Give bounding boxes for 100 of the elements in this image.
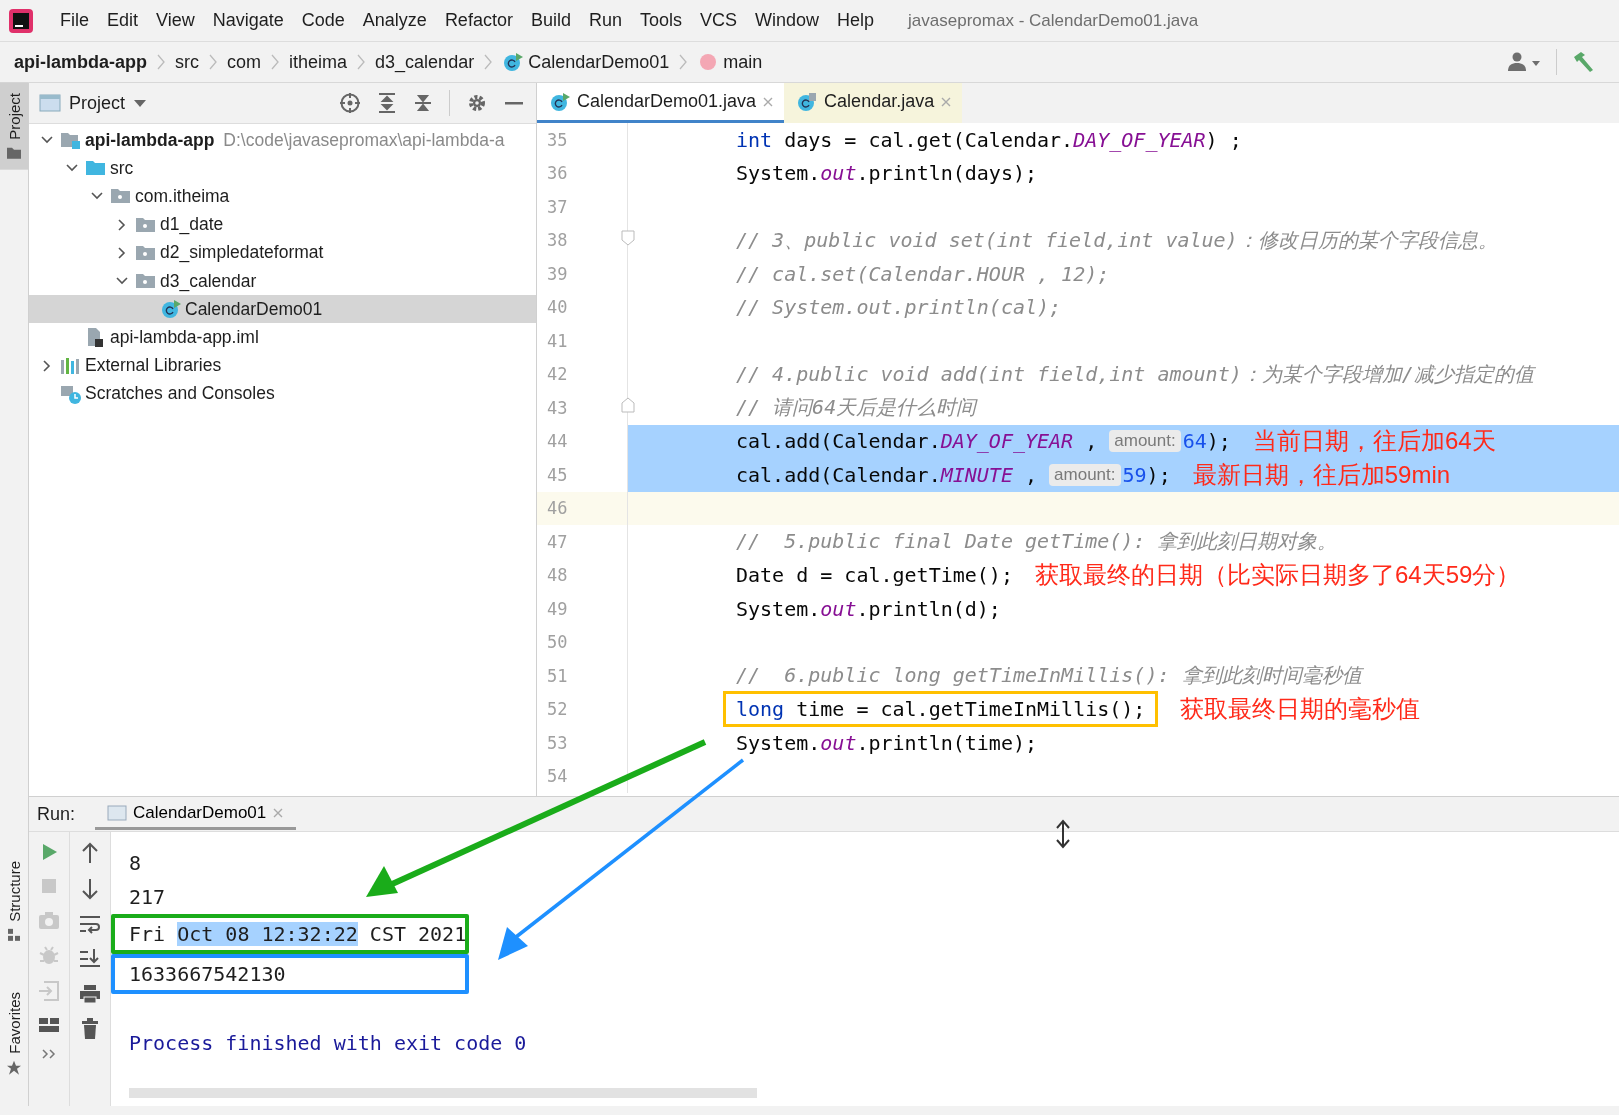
tree-item-label: Scratches and Consoles [85, 383, 275, 405]
print-icon[interactable] [79, 984, 101, 1004]
code-line: System.out.println(d); [736, 596, 1001, 621]
scroll-to-end-icon[interactable] [79, 948, 101, 970]
window-title: javasepromax - CalendarDemo01.java [908, 10, 1199, 31]
line-number: 43 [546, 397, 568, 418]
hammer-icon[interactable] [1571, 50, 1595, 74]
caret-icon[interactable] [133, 98, 148, 108]
tree-item-label: External Libraries [85, 355, 222, 377]
tree-item[interactable]: Scratches and Consoles [29, 379, 536, 408]
line-number: 41 [546, 330, 568, 351]
code-line: // 3、public void set(int field,int value)：修改日历的某个字段信息。 [736, 226, 1498, 254]
line-number: 39 [546, 263, 568, 284]
menu-item[interactable]: Edit [99, 10, 147, 31]
chevron-right-icon [271, 54, 280, 70]
breadcrumb[interactable]: CalendarDemo01 [502, 51, 670, 73]
console-line: 8 [128, 850, 143, 877]
breadcrumb[interactable]: main [697, 51, 763, 73]
breadcrumb[interactable]: d3_calendar [375, 51, 475, 73]
tree-item-label: d1_date [160, 214, 224, 236]
chevron-right-icon [357, 54, 366, 70]
menu-item[interactable]: Analyze [354, 10, 435, 31]
menu-item[interactable]: Navigate [204, 10, 292, 31]
annotation-note: 获取最终日期的毫秒值 [1180, 694, 1421, 725]
line-number: 37 [546, 196, 568, 217]
scrollbar[interactable] [129, 1088, 757, 1098]
code-line: System.out.println(days); [736, 161, 1038, 186]
collapse-all-icon[interactable] [413, 92, 433, 114]
tree-item[interactable]: api-lambda-app.iml [29, 323, 536, 352]
editor-tab[interactable]: Calendar.java [784, 83, 963, 123]
menu-item[interactable]: Window [747, 10, 828, 31]
line-number: 54 [546, 766, 568, 787]
code-line: int days = cal.get(Calendar.DAY_OF_YEAR) ; [736, 127, 1242, 152]
menu-item[interactable]: View [148, 10, 203, 31]
console-line: Process finished with exit code 0 [128, 1030, 528, 1057]
code-line: // 4.public void add(int field,int amount)：为某个字段增加/减少指定的值 [736, 360, 1534, 388]
menu-item[interactable]: Tools [631, 10, 690, 31]
line-number: 42 [546, 364, 568, 385]
code-line: // cal.set(Calendar.HOUR , 12); [736, 261, 1110, 286]
parameter-hint: amount: [1109, 430, 1181, 453]
console-line: 217 [128, 884, 167, 911]
expand-all-icon[interactable] [377, 92, 397, 114]
menu-item[interactable]: Help [829, 10, 883, 31]
layout-icon[interactable] [38, 1016, 60, 1034]
menu-item[interactable]: VCS [692, 10, 745, 31]
tree-item[interactable]: External Libraries [29, 351, 536, 380]
user-dropdown-icon[interactable] [1506, 51, 1542, 73]
tree-item[interactable]: src [29, 154, 536, 183]
line-number: 40 [546, 297, 568, 318]
chevron-right-icon [157, 54, 165, 70]
module-folder-icon [60, 130, 82, 151]
up-arrow-icon[interactable] [80, 842, 100, 864]
line-number: 49 [546, 598, 568, 619]
line-number: 53 [546, 732, 568, 753]
settings-icon[interactable] [466, 92, 488, 114]
tree-item[interactable]: d1_date [29, 210, 536, 239]
chevron-right-icon [209, 54, 217, 70]
tool-window-tab[interactable]: Structure [0, 851, 28, 953]
menu-item[interactable]: File [52, 10, 97, 31]
breadcrumb[interactable]: api-lambda-app [14, 51, 147, 73]
code-line: cal.add(Calendar.DAY_OF_YEAR , amount: 64); [736, 429, 1231, 454]
run-tab[interactable]: CalendarDemo01 [95, 798, 297, 830]
editor-tab[interactable]: CalendarDemo01.java [537, 83, 785, 123]
code-line: Date d = cal.getTime(); [736, 563, 1013, 588]
soft-wrap-icon[interactable] [79, 914, 101, 934]
line-number: 45 [546, 464, 568, 485]
star-icon [6, 1060, 22, 1076]
annotation-note: 当前日期，往后加64天 [1252, 426, 1496, 457]
tree-item-label: d3_calendar [160, 270, 257, 292]
tree-item[interactable]: d2_simpledateformat [29, 238, 536, 267]
breadcrumb[interactable]: com [227, 51, 262, 73]
line-number: 52 [546, 699, 568, 720]
run-label: Run: [37, 803, 76, 825]
tree-item-label: CalendarDemo01 [185, 298, 323, 320]
console-icon [107, 803, 128, 822]
tree-item[interactable]: api-lambda-app D:\code\javasepromax\api-lambda-a [29, 126, 536, 155]
module-path: D:\code\javasepromax\api-lambda-a [223, 129, 505, 151]
menu-item[interactable]: Code [293, 10, 353, 31]
more-icon[interactable] [41, 1048, 57, 1060]
trash-icon[interactable] [81, 1018, 99, 1040]
tree-item[interactable]: d3_calendar [29, 266, 536, 296]
code-line: System.out.println(time); [736, 730, 1038, 755]
menu-item[interactable]: Run [580, 10, 630, 31]
menu-item[interactable]: Refactor [436, 10, 521, 31]
libraries-icon [60, 355, 82, 376]
class-icon [502, 52, 525, 72]
tree-item[interactable]: com.itheima [29, 182, 536, 211]
down-arrow-icon[interactable] [80, 878, 100, 900]
line-number: 47 [546, 531, 568, 552]
code-line: // 5.public final Date getTime(): 拿到此刻日期对象。 [736, 528, 1338, 556]
locate-icon[interactable] [339, 92, 361, 114]
chevron-right-icon [679, 54, 688, 70]
line-number: 48 [546, 565, 568, 586]
panel-icon [39, 93, 61, 113]
breadcrumb[interactable]: src [175, 51, 199, 73]
menu-item[interactable]: Build [522, 10, 579, 31]
tool-window-tab[interactable]: Favorites [0, 982, 28, 1086]
tool-window-tab[interactable]: Project [0, 83, 28, 170]
breadcrumb[interactable]: itheima [289, 51, 348, 73]
tree-item[interactable]: CalendarDemo01 [29, 295, 536, 324]
